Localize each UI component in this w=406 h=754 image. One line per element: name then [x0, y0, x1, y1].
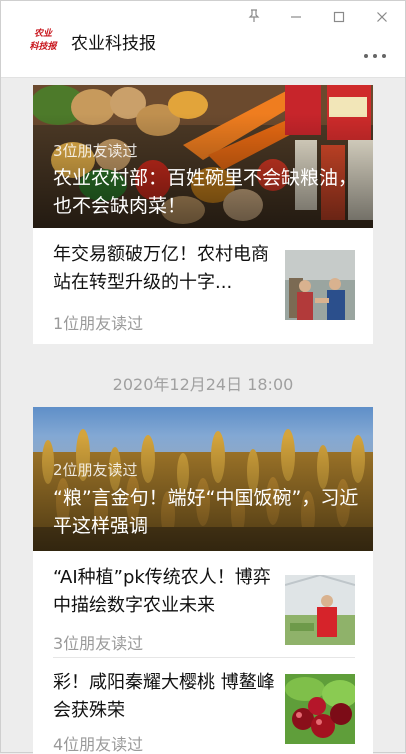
friends-read-count: 3位朋友读过 [53, 634, 144, 653]
friends-read-count: 2位朋友读过 [53, 461, 138, 479]
friends-read-count: 1位朋友读过 [53, 314, 144, 333]
svg-text:科技报: 科技报 [29, 41, 58, 52]
more-icon[interactable] [363, 47, 387, 59]
article-feed[interactable]: 3位朋友读过 农业农村部：百姓碗里不会缺粮油，也不会缺肉菜！ 年交易额破万亿！农… [1, 78, 405, 754]
hero-title: “粮”言金句！端好“中国饭碗”，习近平这样强调 [53, 487, 359, 537]
hero-article[interactable]: 2位朋友读过 “粮”言金句！端好“中国饭碗”，习近平这样强调 [33, 407, 373, 551]
hero-title: 农业农村部：百姓碗里不会缺粮油，也不会缺肉菜！ [53, 167, 358, 217]
title-bar: 农业 科技报 农业科技报 [1, 1, 405, 78]
publish-date: 2020年12月24日 18:00 [112, 375, 294, 394]
item-thumbnail [285, 674, 355, 744]
svg-text:农业: 农业 [34, 28, 53, 39]
article-group-card: 2位朋友读过 “粮”言金句！端好“中国饭碗”，习近平这样强调 “AI种植”pk传… [33, 407, 373, 754]
friends-read-count: 3位朋友读过 [53, 142, 138, 160]
pin-icon[interactable] [244, 9, 264, 29]
item-title: 彩！咸阳秦耀大樱桃 博鳌峰会获殊荣 [53, 672, 275, 721]
list-item[interactable]: 彩！咸阳秦耀大樱桃 博鳌峰会获殊荣 4位朋友读过 [33, 658, 373, 754]
maximize-icon[interactable] [329, 9, 349, 29]
article-group-card: 3位朋友读过 农业农村部：百姓碗里不会缺粮油，也不会缺肉菜！ 年交易额破万亿！农… [33, 85, 373, 344]
friends-read-count: 4位朋友读过 [53, 735, 144, 754]
item-thumbnail [285, 250, 355, 320]
list-item[interactable]: “AI种植”pk传统农人！博弈中描绘数字农业未来 3位朋友读过 [33, 551, 373, 657]
app-window: 农业 科技报 农业科技报 3位朋友读过 农业农村部：百姓碗里不会缺粮油，也不会缺… [0, 0, 406, 754]
item-thumbnail [285, 575, 355, 645]
hero-article[interactable]: 3位朋友读过 农业农村部：百姓碗里不会缺粮油，也不会缺肉菜！ [33, 85, 373, 228]
item-title: “AI种植”pk传统农人！博弈中描绘数字农业未来 [53, 567, 271, 616]
close-icon[interactable] [372, 9, 392, 29]
app-title: 农业科技报 [71, 34, 156, 54]
app-logo: 农业 科技报 [29, 28, 58, 52]
item-title: 年交易额破万亿！农村电商站在转型升级的十字... [53, 244, 269, 293]
list-item[interactable]: 年交易额破万亿！农村电商站在转型升级的十字... 1位朋友读过 [33, 228, 373, 344]
minimize-icon[interactable] [286, 9, 306, 29]
